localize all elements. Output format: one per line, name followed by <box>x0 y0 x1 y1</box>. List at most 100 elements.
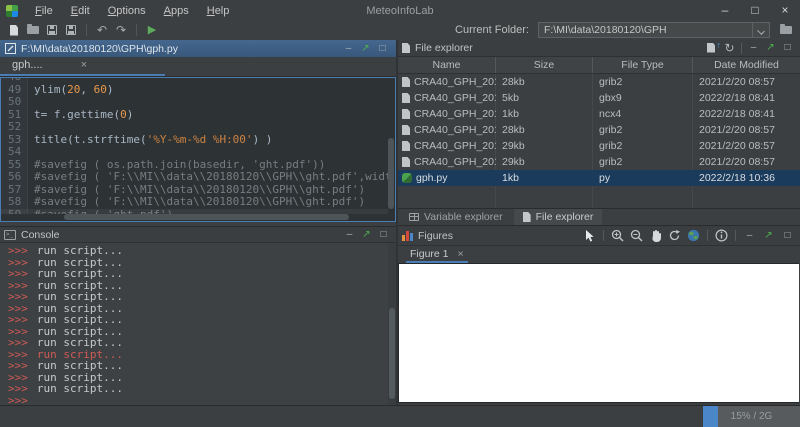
panel-restore-icon[interactable]: □ <box>779 229 796 243</box>
editor-file-path: F:\MI\data\20180120\GPH\gph.py <box>21 43 178 55</box>
figures-chart-icon <box>402 231 413 241</box>
console-panel: >_ Console – ↗ □ >>>run script...>>>run … <box>0 226 396 405</box>
run-script-button[interactable]: ▶ <box>144 23 160 37</box>
tab-close-icon[interactable]: × <box>458 248 464 260</box>
zoom-out-button[interactable] <box>628 228 645 244</box>
figure-canvas[interactable] <box>398 263 799 403</box>
file-name: CRA40_GPH_2018012... <box>414 140 496 152</box>
menu-item-file[interactable]: File <box>26 0 62 22</box>
menu-item-edit[interactable]: Edit <box>62 0 99 22</box>
file-type-cell: grib2 <box>593 76 693 88</box>
menu-item-help[interactable]: Help <box>198 0 239 22</box>
panel-restore-icon[interactable]: □ <box>374 42 391 56</box>
pan-tool-button[interactable] <box>647 228 664 244</box>
combobox-dropdown-icon[interactable] <box>752 23 769 37</box>
save-icon <box>47 25 57 35</box>
pointer-tool-button[interactable] <box>581 228 598 244</box>
code-token: ) ) <box>253 133 273 146</box>
console-scrollbar[interactable] <box>388 243 396 405</box>
file-explorer-header: File explorer ↻ – ↗ □ <box>398 40 800 57</box>
current-folder-combobox[interactable]: F:\MI\data\20180120\GPH <box>538 22 770 38</box>
tab-file-explorer[interactable]: File explorer <box>514 209 603 225</box>
table-row[interactable]: CRA40_GPH_2018012...29kbgrib22021/2/20 0… <box>398 154 800 170</box>
tab-figure-1[interactable]: Figure 1 × <box>406 246 468 263</box>
file-explorer-icon <box>402 43 410 53</box>
table-row[interactable]: CRA40_GPH_2018012...29kbgrib22021/2/20 0… <box>398 138 800 154</box>
table-row[interactable]: CRA40_GPH_2018012...5kbgbx92022/2/18 08:… <box>398 90 800 106</box>
code-token: t= f.gettime( <box>34 108 120 121</box>
file-name: CRA40_GPH_2018012... <box>414 76 496 88</box>
toolbar-separator <box>735 230 736 241</box>
table-row[interactable]: CRA40_GPH_2018012...28kbgrib22021/2/20 0… <box>398 74 800 90</box>
parent-folder-button[interactable] <box>704 40 721 56</box>
figures-panel: Figures <box>398 226 800 405</box>
panel-float-icon[interactable]: ↗ <box>762 41 779 55</box>
current-folder-value: F:\MI\data\20180120\GPH <box>539 24 752 36</box>
column-header-filetype[interactable]: File Type <box>593 57 693 73</box>
zoom-in-button[interactable] <box>609 228 626 244</box>
panel-float-icon[interactable]: ↗ <box>357 42 374 56</box>
header-separator <box>741 43 742 54</box>
title-bar: FileEditOptionsAppsHelp MeteoInfoLab – □… <box>0 0 800 22</box>
scrollbar-thumb[interactable] <box>388 138 394 208</box>
tab-variable-explorer[interactable]: Variable explorer <box>400 209 512 225</box>
globe-tool-button[interactable] <box>685 228 702 244</box>
file-explorer-controls: ↻ – ↗ □ <box>704 40 796 56</box>
panel-minimize-icon[interactable]: – <box>745 41 762 55</box>
panel-minimize-icon[interactable]: – <box>741 229 758 243</box>
undo-button[interactable]: ↶ <box>94 23 110 37</box>
console-title: Console <box>21 229 60 241</box>
scrollbar-thumb[interactable] <box>389 308 395 399</box>
menu-item-apps[interactable]: Apps <box>155 0 198 22</box>
rotate-tool-button[interactable] <box>666 228 683 244</box>
panel-restore-icon[interactable]: □ <box>375 228 392 242</box>
memory-usage-bar: 15% / 2G <box>703 406 800 427</box>
new-file-button[interactable] <box>6 23 22 37</box>
code-editor[interactable]: 4849ylim(20, 60)5051t= f.gettime(0)5253t… <box>0 77 396 222</box>
figures-title: Figures <box>418 230 453 242</box>
code-token: ) <box>127 108 134 121</box>
column-header-date[interactable]: Date Modified <box>693 57 800 73</box>
new-file-icon <box>10 25 18 36</box>
window-maximize-button[interactable]: □ <box>740 0 770 22</box>
file-type-cell: grib2 <box>593 140 693 152</box>
code-text: ylim(20, 60) <box>28 84 114 97</box>
table-row[interactable]: gph.py1kbpy2022/2/18 10:36 <box>398 170 800 186</box>
file-type-cell: grib2 <box>593 124 693 136</box>
scrollbar-thumb[interactable] <box>64 214 350 220</box>
panel-minimize-icon[interactable]: – <box>341 228 358 242</box>
table-row[interactable]: CRA40_GPH_2018012...1kbncx42022/2/18 08:… <box>398 106 800 122</box>
save-button[interactable] <box>44 23 60 37</box>
console-output[interactable]: >>>run script...>>>run script...>>>run s… <box>0 243 396 405</box>
save-as-button[interactable] <box>63 23 79 37</box>
tab-label: File explorer <box>536 211 594 223</box>
panel-restore-icon[interactable]: □ <box>779 41 796 55</box>
editor-vertical-scrollbar[interactable] <box>388 79 394 214</box>
redo-button[interactable]: ↷ <box>113 23 129 37</box>
editor-horizontal-scrollbar[interactable] <box>2 214 388 220</box>
browse-folder-button[interactable] <box>778 23 794 37</box>
code-token: , <box>80 83 93 96</box>
meteoinfolab-window: FileEditOptionsAppsHelp MeteoInfoLab – □… <box>0 0 800 427</box>
file-table-header: Name Size File Type Date Modified <box>398 57 800 74</box>
globe-icon <box>687 229 700 242</box>
toolbar-separator <box>707 230 708 241</box>
tab-close-icon[interactable]: × <box>81 59 87 71</box>
zoom-in-icon <box>611 229 624 242</box>
code-token: #savefig ( os.path.join(basedir, 'ght.pd… <box>34 158 325 171</box>
refresh-icon[interactable]: ↻ <box>721 41 738 55</box>
panel-float-icon[interactable]: ↗ <box>358 228 375 242</box>
table-row[interactable]: CRA40_GPH_2018012...28kbgrib22021/2/20 0… <box>398 122 800 138</box>
toolbar-separator <box>136 24 137 36</box>
window-close-button[interactable]: × <box>770 0 800 22</box>
panel-float-icon[interactable]: ↗ <box>760 229 777 243</box>
panel-minimize-icon[interactable]: – <box>340 42 357 56</box>
editor-tab-gph[interactable]: gph.... × <box>0 56 165 76</box>
column-header-name[interactable]: Name <box>398 57 496 73</box>
menu-item-options[interactable]: Options <box>99 0 155 22</box>
info-button[interactable] <box>713 228 730 244</box>
open-file-button[interactable] <box>25 23 41 37</box>
column-header-size[interactable]: Size <box>496 57 593 73</box>
figure-tab-bar: Figure 1 × <box>398 246 800 263</box>
window-minimize-button[interactable]: – <box>710 0 740 22</box>
